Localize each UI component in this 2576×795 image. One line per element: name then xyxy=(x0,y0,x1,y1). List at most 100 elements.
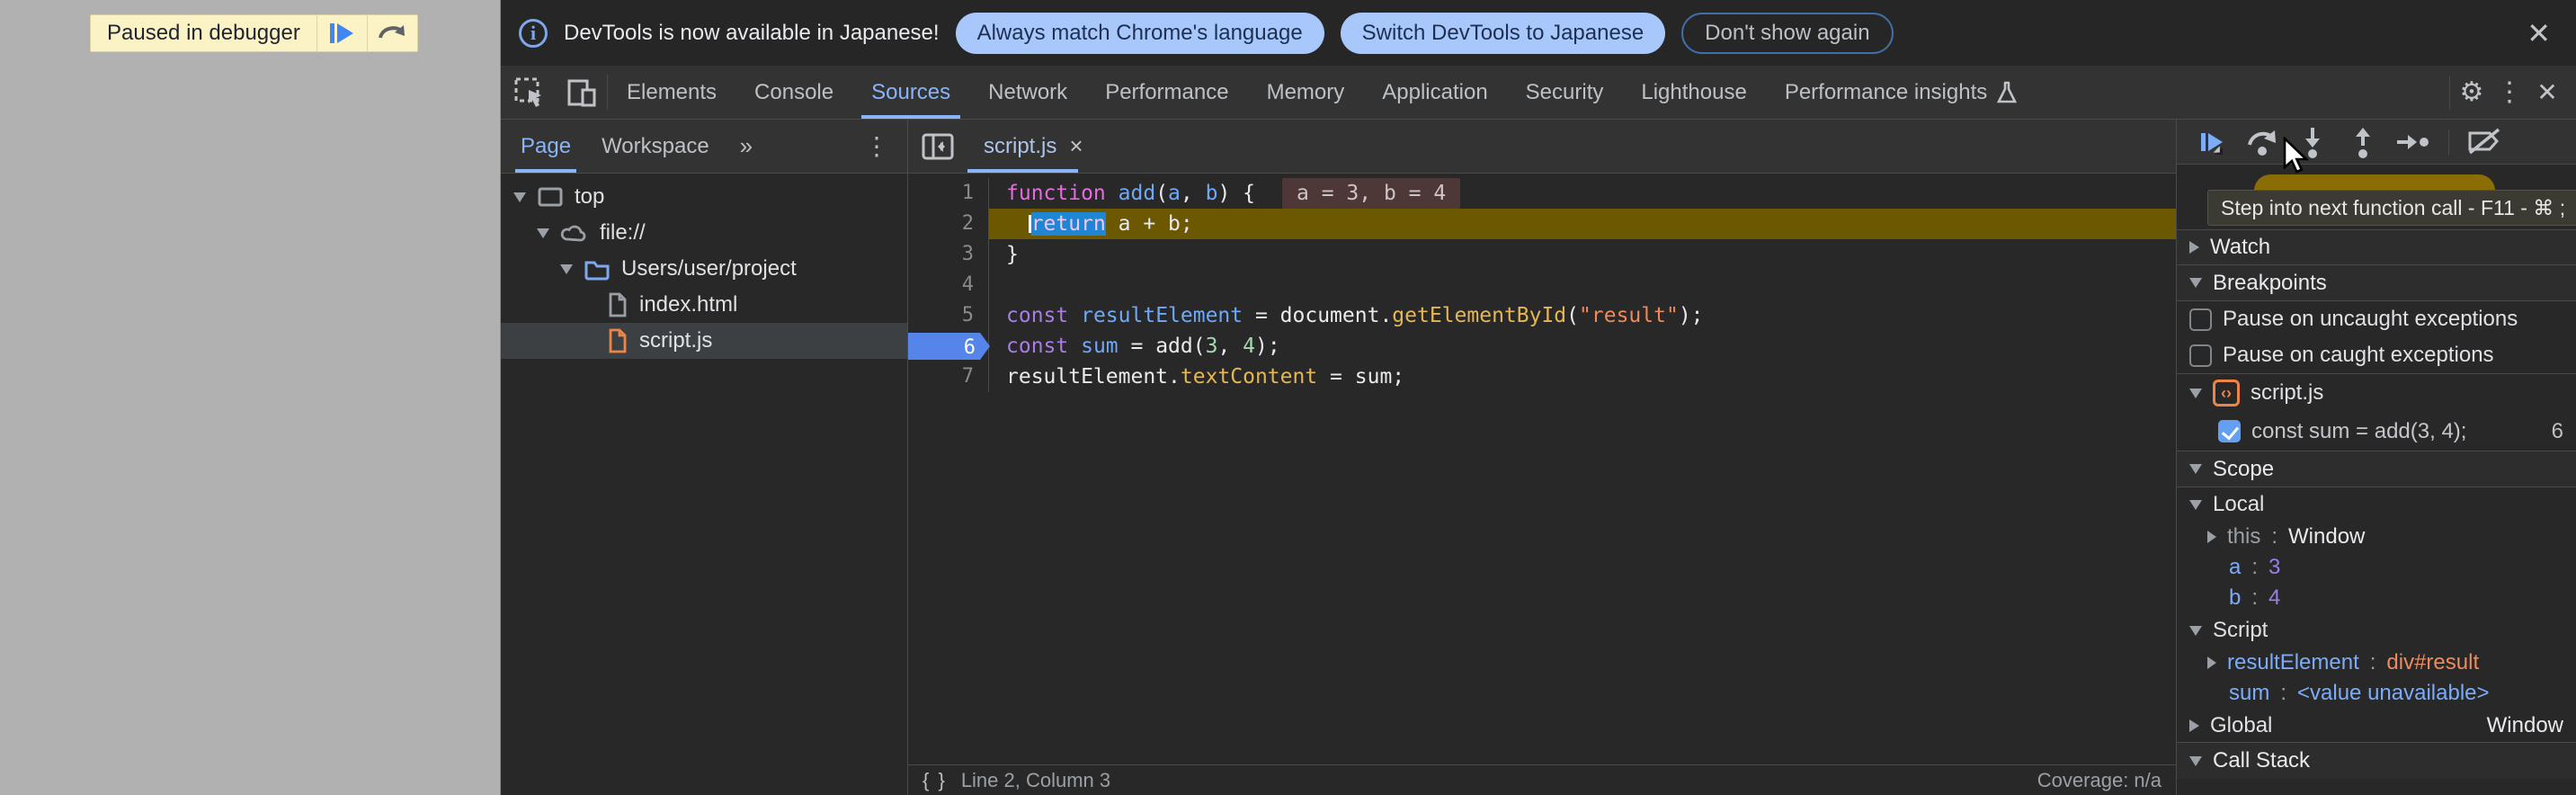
step-over-icon xyxy=(377,22,407,45)
scope-entry-resultElement[interactable]: resultElement: div#result xyxy=(2177,648,2576,678)
scope-section-header[interactable]: Scope xyxy=(2177,451,2576,487)
scope-group-script[interactable]: Script xyxy=(2177,613,2576,648)
watch-section-header[interactable]: Watch xyxy=(2177,229,2576,265)
devtools-screenshot: Paused in debugger i DevTools is now ava… xyxy=(0,0,2576,795)
panel-tab-console[interactable]: Console xyxy=(735,66,852,119)
resume-script-icon[interactable] xyxy=(2193,123,2231,161)
navigator-tab-workspace[interactable]: Workspace xyxy=(602,120,709,173)
panel-tab-memory[interactable]: Memory xyxy=(1248,66,1364,119)
frame-icon xyxy=(537,185,564,209)
breakpoint-file-group[interactable]: ‹› script.js xyxy=(2177,374,2576,412)
option-pause-on-caught-exceptions[interactable]: Pause on caught exceptions xyxy=(2177,337,2576,373)
step-over-button[interactable] xyxy=(367,15,417,51)
always-match-language-button[interactable]: Always match Chrome's language xyxy=(956,13,1324,54)
editor-tab-label: script.js xyxy=(984,134,1056,159)
breakpoint-code-label: const sum = add(3, 4); xyxy=(2251,419,2466,444)
line-number-1[interactable]: 1 xyxy=(908,178,989,209)
line-number-3[interactable]: 3 xyxy=(908,239,989,270)
panel-tab-performance[interactable]: Performance xyxy=(1086,66,1247,119)
scope-group-global[interactable]: Global Window xyxy=(2177,709,2576,743)
editor-tab-scriptjs[interactable]: script.js × xyxy=(967,120,1100,173)
expand-arrow-icon[interactable] xyxy=(513,192,526,202)
scope-entry-b: b: 4 xyxy=(2177,583,2576,613)
tree-item-script-js[interactable]: script.js xyxy=(501,323,907,359)
switch-to-japanese-button[interactable]: Switch DevTools to Japanese xyxy=(1341,13,1666,54)
page-background: Paused in debugger xyxy=(0,0,501,795)
breakpoint-checkbox[interactable] xyxy=(2218,420,2241,442)
language-infobar: i DevTools is now available in Japanese!… xyxy=(501,0,2576,66)
paused-in-debugger-banner: Paused in debugger xyxy=(90,14,418,52)
editor-status-bar: { } Line 2, Column 3 Coverage: n/a xyxy=(908,764,2176,795)
panel-tab-network[interactable]: Network xyxy=(969,66,1086,119)
checkbox[interactable] xyxy=(2189,308,2212,331)
callstack-section-header[interactable]: Call Stack xyxy=(2177,743,2576,779)
callstack-label: Call Stack xyxy=(2213,748,2310,773)
cloud-icon xyxy=(560,222,589,244)
infobar-close-icon[interactable]: ✕ xyxy=(2519,16,2558,50)
pretty-print-icon[interactable]: { } xyxy=(923,769,947,792)
file-html-icon xyxy=(607,292,628,317)
step-out-icon[interactable] xyxy=(2344,123,2382,161)
paused-banner-label: Paused in debugger xyxy=(91,15,316,51)
more-options-icon[interactable]: ⋮ xyxy=(2493,76,2526,109)
navigator-header: Page Workspace » ⋮ xyxy=(501,120,907,174)
navigator-tab-page[interactable]: Page xyxy=(521,120,571,173)
option-label: Pause on uncaught exceptions xyxy=(2223,307,2518,332)
scope-label: Scope xyxy=(2213,457,2274,482)
panel-tab-lighthouse[interactable]: Lighthouse xyxy=(1622,66,1765,119)
cursor-position-label: Line 2, Column 3 xyxy=(961,769,1110,792)
tree-item-label: Users/user/project xyxy=(621,256,797,281)
device-toolbar-icon[interactable] xyxy=(566,76,598,109)
tree-item-file-[interactable]: file:// xyxy=(501,215,907,251)
code-line-7: 7resultElement.textContent = sum; xyxy=(908,362,2176,392)
deactivate-breakpoints-icon[interactable] xyxy=(2465,123,2503,161)
scope-body: Localthis: Windowa: 3b: 4ScriptresultEle… xyxy=(2177,487,2576,709)
panel-tab-elements[interactable]: Elements xyxy=(608,66,735,119)
breakpoint-marker[interactable]: 6 xyxy=(908,333,990,360)
code-line-6: 6const sum = add(3, 4); xyxy=(908,331,2176,362)
expand-arrow-icon[interactable] xyxy=(537,228,549,238)
step-icon[interactable] xyxy=(2394,123,2432,161)
breakpoint-entry[interactable]: const sum = add(3, 4); 6 xyxy=(2177,412,2576,451)
hide-navigator-icon[interactable] xyxy=(908,120,967,173)
line-number-5[interactable]: 5 xyxy=(908,300,989,331)
inspect-element-icon[interactable] xyxy=(513,76,546,109)
panel-tab-performance-insights[interactable]: Performance insights xyxy=(1766,66,2037,119)
code-line-3: 3} xyxy=(908,239,2176,270)
tree-item-top[interactable]: top xyxy=(501,179,907,215)
line-number-2[interactable]: 2 xyxy=(908,209,989,239)
panel-tab-application[interactable]: Application xyxy=(1363,66,1506,119)
code-line-4: 4 xyxy=(908,270,2176,300)
panel-tab-security[interactable]: Security xyxy=(1507,66,1623,119)
panel-tab-sources[interactable]: Sources xyxy=(852,66,969,119)
breakpoints-section-header[interactable]: Breakpoints xyxy=(2177,265,2576,301)
more-tabs-icon[interactable]: » xyxy=(740,132,753,160)
tree-item-index-html[interactable]: index.html xyxy=(501,287,907,323)
dont-show-again-button[interactable]: Don't show again xyxy=(1681,13,1893,54)
code-line-1: 1function add(a, b) {a = 3, b = 4 xyxy=(908,178,2176,209)
scope-group-local[interactable]: Local xyxy=(2177,487,2576,522)
expand-arrow-icon[interactable] xyxy=(560,264,573,274)
option-pause-on-uncaught-exceptions[interactable]: Pause on uncaught exceptions xyxy=(2177,301,2576,337)
settings-gear-icon[interactable]: ⚙ xyxy=(2456,76,2488,109)
resume-script-button[interactable] xyxy=(316,15,367,51)
line-number-6[interactable]: 6 xyxy=(908,331,989,362)
tree-item-label: top xyxy=(575,184,604,210)
line-number-7[interactable]: 7 xyxy=(908,362,989,392)
checkbox[interactable] xyxy=(2189,344,2212,367)
resume-icon xyxy=(330,23,353,43)
editor-tab-close-icon[interactable]: × xyxy=(1069,132,1083,160)
debugger-toolbar xyxy=(2177,120,2576,165)
scope-entry-this[interactable]: this: Window xyxy=(2177,522,2576,552)
code-editor[interactable]: 1function add(a, b) {a = 3, b = 42 retur… xyxy=(908,174,2176,764)
navigator-menu-icon[interactable]: ⋮ xyxy=(857,131,896,161)
step-over-icon[interactable] xyxy=(2243,123,2281,161)
line-number-4[interactable]: 4 xyxy=(908,270,989,300)
inline-values-badge: a = 3, b = 4 xyxy=(1282,178,1460,209)
tree-item-users-user-project[interactable]: Users/user/project xyxy=(501,251,907,287)
panel-tabs: ElementsConsoleSourcesNetworkPerformance… xyxy=(608,66,2037,119)
devtools-close-icon[interactable]: ✕ xyxy=(2531,76,2563,109)
main-toolbar: ElementsConsoleSourcesNetworkPerformance… xyxy=(501,66,2576,120)
breakpoint-file-label: script.js xyxy=(2251,380,2323,406)
pause-options: Pause on uncaught exceptions Pause on cau… xyxy=(2177,301,2576,373)
